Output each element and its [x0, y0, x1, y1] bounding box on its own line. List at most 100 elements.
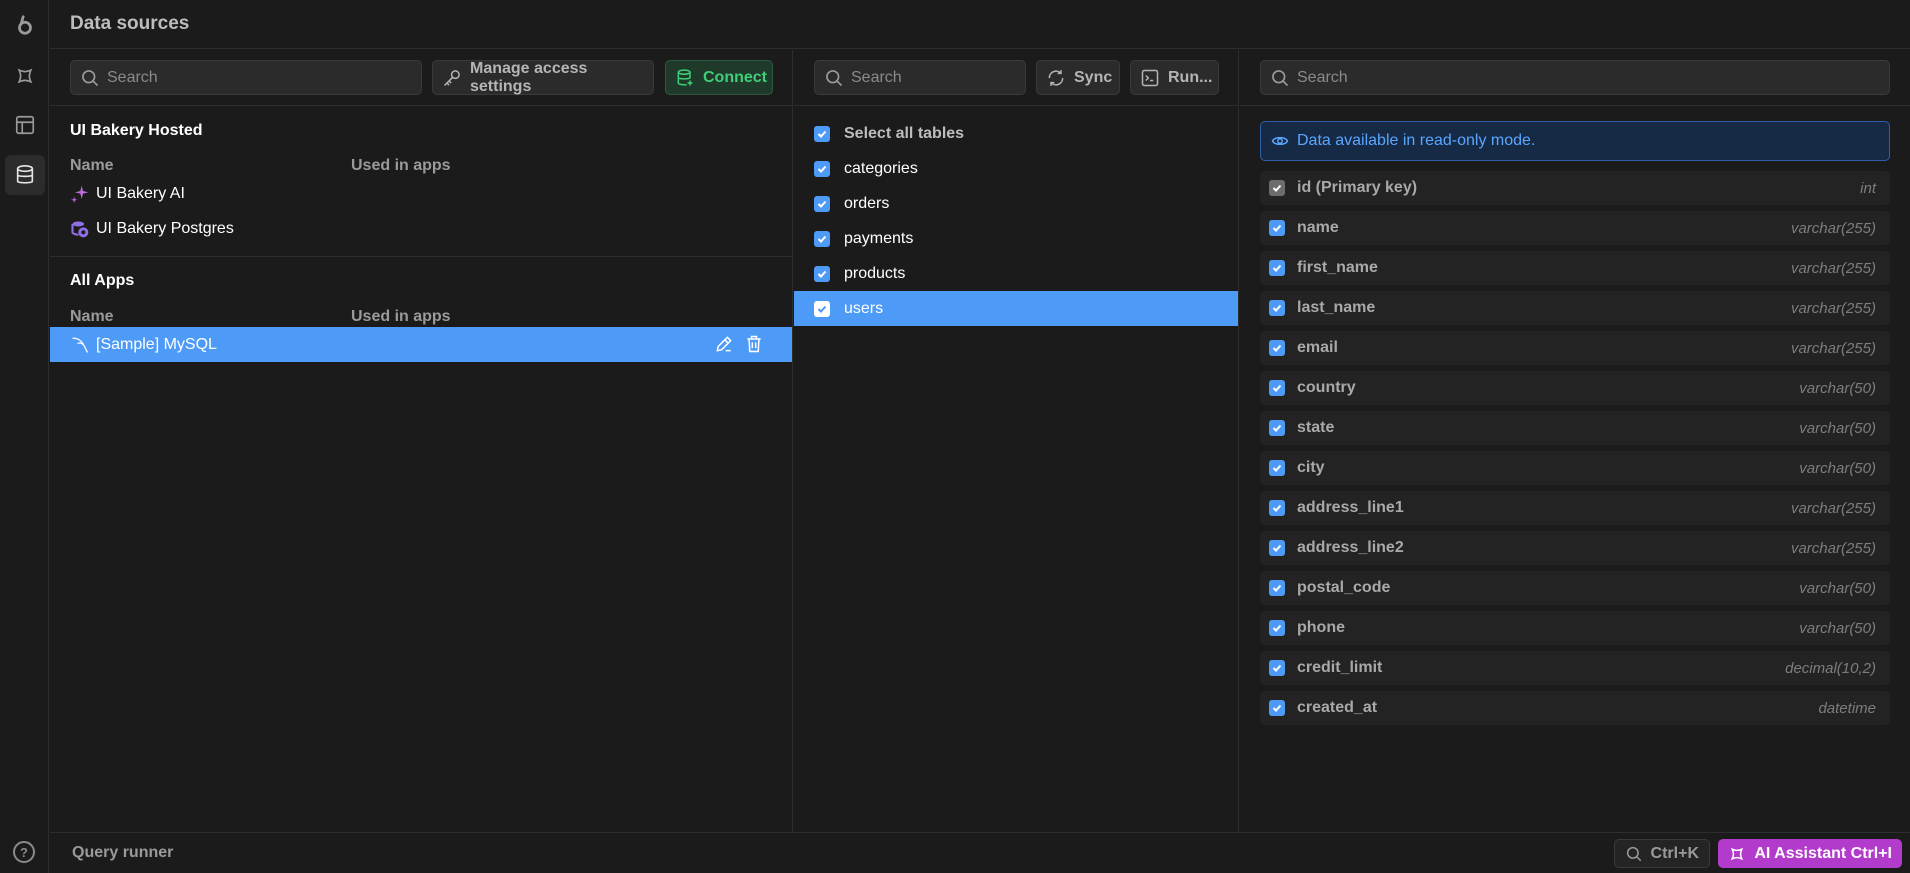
- hosted-col-used: Used in apps: [351, 157, 451, 174]
- ai-assistant-icon: [1731, 847, 1744, 860]
- field-row[interactable]: state varchar(50): [1260, 411, 1890, 445]
- table-checkbox[interactable]: [814, 230, 830, 247]
- table-name: categories: [844, 159, 918, 177]
- field-row[interactable]: address_line2 varchar(255): [1260, 531, 1890, 565]
- sync-icon: [1048, 69, 1064, 86]
- field-name: postal_code: [1297, 579, 1391, 596]
- field-name: city: [1297, 459, 1325, 476]
- run-label: Run...: [1168, 68, 1213, 86]
- field-type: varchar(50): [1799, 459, 1876, 477]
- select-all-checkbox[interactable]: [814, 125, 830, 142]
- field-name: credit_limit: [1297, 659, 1383, 676]
- table-checkbox[interactable]: [814, 300, 830, 317]
- fields-search[interactable]: [1260, 60, 1890, 95]
- field-checkbox[interactable]: [1269, 540, 1285, 556]
- table-row-orders[interactable]: orders: [794, 186, 1238, 221]
- field-row[interactable]: last_name varchar(255): [1260, 291, 1890, 325]
- field-type: varchar(50): [1799, 579, 1876, 597]
- data-sources-search[interactable]: [70, 60, 422, 95]
- sync-button[interactable]: Sync: [1036, 60, 1120, 95]
- field-type: decimal(10,2): [1785, 659, 1876, 677]
- field-checkbox[interactable]: [1269, 660, 1285, 676]
- field-row[interactable]: first_name varchar(255): [1260, 251, 1890, 285]
- key-icon: [443, 69, 460, 86]
- field-row[interactable]: address_line1 varchar(255): [1260, 491, 1890, 525]
- connect-button[interactable]: Connect: [665, 60, 773, 95]
- field-checkbox[interactable]: [1269, 380, 1285, 396]
- manage-access-button[interactable]: Manage access settings: [432, 60, 654, 95]
- table-name: products: [844, 264, 906, 282]
- field-checkbox[interactable]: [1269, 220, 1285, 236]
- field-checkbox[interactable]: [1269, 500, 1285, 516]
- field-row[interactable]: postal_code varchar(50): [1260, 571, 1890, 605]
- field-checkbox[interactable]: [1269, 460, 1285, 476]
- table-name: users: [844, 299, 884, 317]
- datasource-row-sample-mysql[interactable]: [Sample] MySQL: [50, 327, 792, 362]
- field-checkbox: [1269, 180, 1285, 196]
- select-all-row[interactable]: Select all tables: [794, 116, 1238, 151]
- logo-icon[interactable]: [5, 5, 45, 45]
- field-type: varchar(50): [1799, 379, 1876, 397]
- field-name: phone: [1297, 619, 1345, 636]
- field-row[interactable]: phone varchar(50): [1260, 611, 1890, 645]
- datasource-row-ui-bakery-ai[interactable]: UI Bakery AI: [50, 176, 792, 211]
- table-row-users[interactable]: users: [794, 291, 1238, 326]
- all-apps-col-used: Used in apps: [351, 308, 451, 325]
- field-type: varchar(255): [1790, 499, 1876, 517]
- field-name: address_line2: [1297, 539, 1404, 556]
- run-button[interactable]: Run...: [1130, 60, 1219, 95]
- read-only-notice: Data available in read-only mode.: [1260, 121, 1890, 161]
- field-name: address_line1: [1297, 499, 1404, 516]
- tables-search[interactable]: [814, 60, 1026, 95]
- table-icon[interactable]: [5, 105, 45, 145]
- field-row[interactable]: name varchar(255): [1260, 211, 1890, 245]
- sparkle-icon: [70, 184, 90, 204]
- table-checkbox[interactable]: [814, 265, 830, 282]
- datasource-row-ui-bakery-postgres[interactable]: UI Bakery Postgres: [50, 211, 792, 246]
- connect-label: Connect: [703, 68, 767, 86]
- table-row-products[interactable]: products: [794, 256, 1238, 291]
- field-checkbox[interactable]: [1269, 420, 1285, 436]
- mysql-icon: [70, 335, 90, 355]
- table-checkbox[interactable]: [814, 195, 830, 212]
- ai-assistant-icon[interactable]: [5, 56, 45, 96]
- field-name: created_at: [1297, 699, 1378, 716]
- field-checkbox[interactable]: [1269, 300, 1285, 316]
- ai-assistant-button[interactable]: AI Assistant Ctrl+I: [1718, 839, 1902, 868]
- footer-bar: Query runner Ctrl+K AI Assistant Ctrl+I: [50, 832, 1910, 873]
- field-checkbox[interactable]: [1269, 340, 1285, 356]
- field-checkbox[interactable]: [1269, 620, 1285, 636]
- help-icon[interactable]: ?: [13, 841, 35, 863]
- all-apps-section-title: All Apps: [70, 272, 135, 289]
- table-row-payments[interactable]: payments: [794, 221, 1238, 256]
- tables-search-input[interactable]: [851, 68, 1025, 87]
- field-row[interactable]: created_at datetime: [1260, 691, 1890, 725]
- search-icon: [1270, 68, 1290, 93]
- table-checkbox[interactable]: [814, 160, 830, 177]
- field-row[interactable]: email varchar(255): [1260, 331, 1890, 365]
- edit-icon[interactable]: [714, 334, 734, 354]
- tables-toolbar: Sync Run...: [794, 50, 1238, 106]
- fields-search-input[interactable]: [1297, 68, 1889, 87]
- field-checkbox[interactable]: [1269, 580, 1285, 596]
- field-row[interactable]: city varchar(50): [1260, 451, 1890, 485]
- field-checkbox[interactable]: [1269, 700, 1285, 716]
- field-checkbox[interactable]: [1269, 260, 1285, 276]
- field-row[interactable]: id (Primary key) int: [1260, 171, 1890, 205]
- table-row-categories[interactable]: categories: [794, 151, 1238, 186]
- fields-toolbar: [1240, 50, 1910, 106]
- data-sources-search-input[interactable]: [107, 68, 421, 87]
- field-name: name: [1297, 219, 1339, 236]
- field-row[interactable]: credit_limit decimal(10,2): [1260, 651, 1890, 685]
- left-rail: ?: [0, 0, 49, 873]
- tables-panel: Sync Run... Select all tables categories…: [794, 50, 1239, 832]
- fields-panel: Data available in read-only mode. id (Pr…: [1240, 50, 1910, 832]
- command-search-button[interactable]: Ctrl+K: [1613, 839, 1710, 868]
- manage-access-label: Manage access settings: [470, 59, 588, 95]
- field-type: datetime: [1818, 699, 1876, 717]
- section-divider: [50, 256, 792, 257]
- database-icon[interactable]: [5, 155, 45, 195]
- query-runner-link[interactable]: Query runner: [72, 844, 173, 862]
- delete-icon[interactable]: [744, 334, 764, 354]
- field-row[interactable]: country varchar(50): [1260, 371, 1890, 405]
